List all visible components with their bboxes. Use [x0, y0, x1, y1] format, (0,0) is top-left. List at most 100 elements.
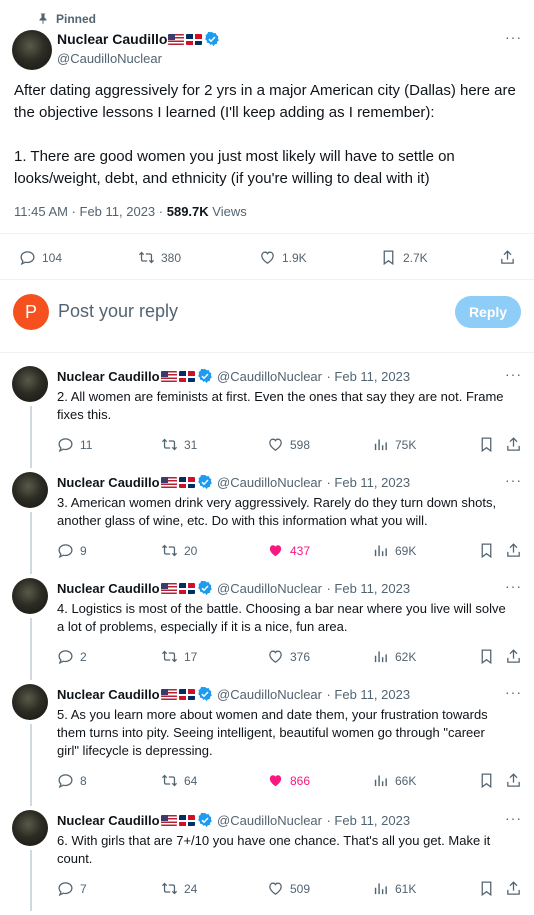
bookmark-button[interactable] — [478, 436, 501, 453]
share-button[interactable] — [505, 772, 528, 789]
avatar[interactable] — [12, 30, 52, 70]
retweet-button[interactable]: 20 — [161, 542, 197, 559]
reply-count: 7 — [80, 881, 87, 896]
tweet-meta: 11:45 AM · Feb 11, 2023 · 589.7K Views — [14, 204, 247, 219]
retweet-button[interactable]: 64 — [161, 772, 197, 789]
views-count: 66K — [395, 773, 417, 788]
like-button[interactable]: 376 — [267, 648, 310, 665]
reply-date[interactable]: · Feb 11, 2023 — [326, 581, 410, 596]
more-icon[interactable]: ··· — [505, 684, 522, 700]
composer-avatar[interactable]: P — [13, 294, 49, 330]
author-handle[interactable]: @CaudilloNuclear — [217, 687, 322, 702]
reply-date[interactable]: · Feb 11, 2023 — [326, 475, 410, 490]
bookmark-button[interactable] — [478, 542, 501, 559]
more-icon[interactable]: ··· — [505, 472, 522, 488]
views-button[interactable]: 62K — [372, 648, 416, 665]
author-handle[interactable]: @CaudilloNuclear — [217, 369, 322, 384]
reply-icon — [20, 251, 35, 266]
views-button[interactable]: 69K — [372, 542, 416, 559]
like-button[interactable]: 598 — [267, 436, 310, 453]
reply-text: 3. American women drink very aggressivel… — [57, 494, 519, 530]
timestamp[interactable]: 11:45 AM · Feb 11, 2023 · — [14, 204, 163, 219]
retweet-count: 17 — [184, 649, 198, 664]
reply-text-line: count. — [57, 851, 93, 866]
retweet-button[interactable]: 380 — [138, 249, 181, 266]
thread-connector — [30, 406, 32, 468]
avatar[interactable] — [12, 472, 48, 508]
reply-button[interactable]: 104 — [19, 249, 62, 266]
reply-input[interactable]: Post your reply — [58, 301, 178, 322]
share-button[interactable] — [505, 436, 528, 453]
avatar[interactable] — [12, 578, 48, 614]
author-handle[interactable]: @CaudilloNuclear — [217, 813, 322, 828]
reply-text-line: another glass of wine, etc. Do with this… — [57, 513, 428, 528]
bookmark-button[interactable] — [478, 648, 501, 665]
divider — [0, 279, 534, 280]
thread-connector — [30, 850, 32, 911]
retweet-button[interactable]: 17 — [161, 648, 197, 665]
more-icon[interactable]: ··· — [505, 29, 522, 45]
like-icon — [261, 251, 274, 264]
us-flag-icon — [160, 371, 177, 382]
like-count: 866 — [290, 773, 311, 788]
us-flag-icon — [160, 477, 177, 488]
more-icon[interactable]: ··· — [505, 578, 522, 594]
retweet-icon — [138, 251, 155, 264]
avatar[interactable] — [12, 810, 48, 846]
more-icon[interactable]: ··· — [505, 810, 522, 826]
avatar[interactable] — [12, 366, 48, 402]
author-handle[interactable]: @CaudilloNuclear — [217, 475, 322, 490]
reply-text-line: 4. Logistics is most of the battle. Choo… — [57, 601, 506, 616]
views-button[interactable]: 66K — [372, 772, 416, 789]
like-button[interactable]: 437 — [267, 542, 310, 559]
views-label: Views — [212, 204, 247, 219]
reply-button[interactable]: 7 — [57, 880, 87, 897]
bookmark-icon — [481, 773, 492, 789]
author-handle[interactable]: @CaudilloNuclear — [217, 581, 322, 596]
bookmark-button[interactable] — [478, 772, 501, 789]
author-name[interactable]: Nuclear Caudillo — [57, 581, 160, 596]
share-button[interactable] — [505, 648, 528, 665]
more-icon[interactable]: ··· — [505, 366, 522, 382]
tweet-text-line: After dating aggressively for 2 yrs in a… — [14, 82, 516, 99]
reply-date[interactable]: · Feb 11, 2023 — [326, 813, 410, 828]
reply-button[interactable]: 8 — [57, 772, 87, 789]
reply-date[interactable]: · Feb 11, 2023 — [326, 687, 410, 702]
reply-text-line: 5. As you learn more about women and dat… — [57, 707, 488, 722]
retweet-button[interactable]: 24 — [161, 880, 197, 897]
reply-icon — [58, 882, 73, 897]
verified-icon — [197, 368, 212, 384]
share-button[interactable] — [505, 880, 528, 897]
views-icon — [374, 883, 387, 895]
author-name[interactable]: Nuclear Caudillo — [57, 687, 160, 702]
reply-button[interactable]: 9 — [57, 542, 87, 559]
reply-submit-button[interactable]: Reply — [455, 296, 521, 328]
author-name[interactable]: Nuclear Caudillo — [57, 369, 160, 384]
reply-date[interactable]: · Feb 11, 2023 — [326, 369, 410, 384]
author-name-row[interactable]: Nuclear Caudillo — [57, 31, 220, 49]
views-button[interactable]: 61K — [372, 880, 416, 897]
avatar[interactable] — [12, 684, 48, 720]
author-name[interactable]: Nuclear Caudillo — [57, 813, 160, 828]
author-name[interactable]: Nuclear Caudillo — [57, 31, 167, 47]
author-handle[interactable]: @CaudilloNuclear — [57, 51, 162, 66]
retweet-count: 20 — [184, 543, 198, 558]
share-button[interactable] — [505, 542, 528, 559]
like-button[interactable]: 509 — [267, 880, 310, 897]
reply-button[interactable]: 11 — [57, 436, 92, 453]
share-icon — [507, 437, 520, 451]
bookmark-button[interactable]: 2.7K — [380, 249, 428, 266]
views-button[interactable]: 75K — [372, 436, 416, 453]
pin-icon — [37, 11, 49, 30]
share-icon — [507, 881, 520, 895]
reply-button[interactable]: 2 — [57, 648, 87, 665]
like-button[interactable]: 866 — [267, 772, 310, 789]
author-name[interactable]: Nuclear Caudillo — [57, 475, 160, 490]
bookmark-button[interactable] — [478, 880, 501, 897]
thread-connector — [30, 724, 32, 806]
reply-text-line: them turns into pity. Seeing intelligent… — [57, 725, 485, 740]
share-button[interactable] — [499, 249, 522, 266]
views-count: 61K — [395, 881, 417, 896]
retweet-button[interactable]: 31 — [161, 436, 197, 453]
like-button[interactable]: 1.9K — [259, 249, 307, 266]
